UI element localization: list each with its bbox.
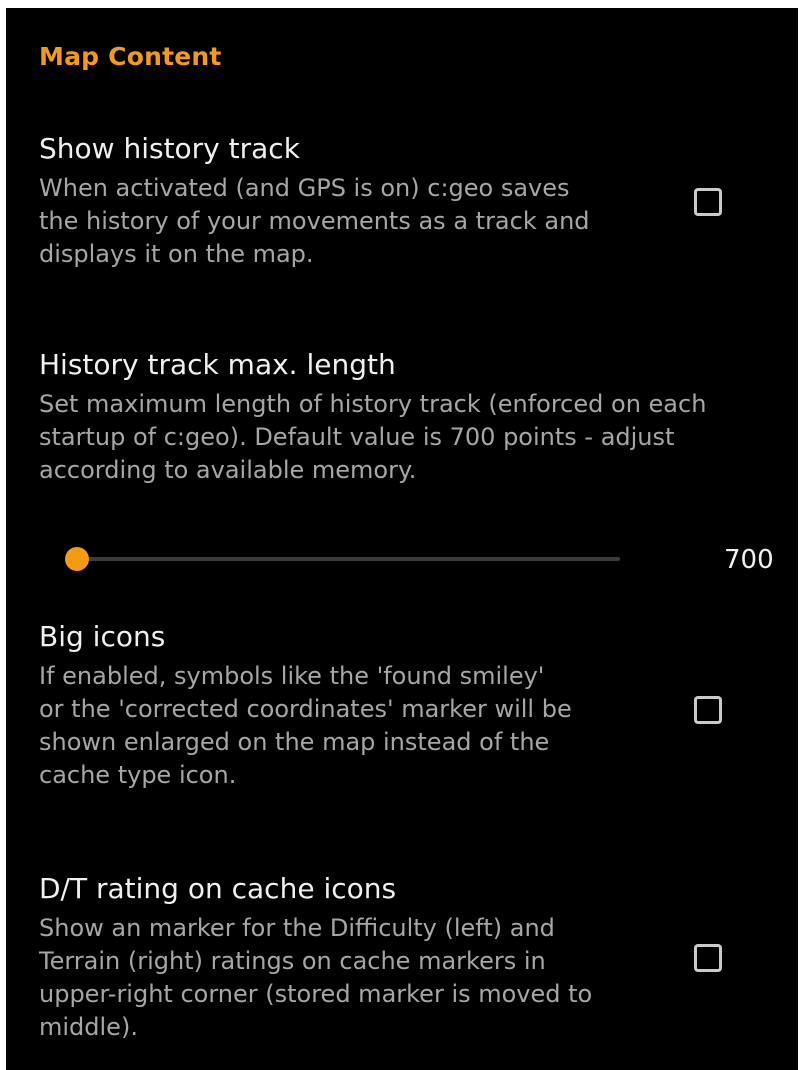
pref-title: D/T rating on cache icons <box>39 872 397 905</box>
dt-rating-checkbox[interactable] <box>694 944 722 972</box>
big-icons-checkbox[interactable] <box>694 696 722 724</box>
history-length-value: 700 <box>724 545 774 575</box>
pref-summary: When activated (and GPS is on) c:geo sav… <box>39 174 590 268</box>
history-length-slider-track[interactable] <box>76 557 620 561</box>
pref-title: History track max. length <box>39 348 396 381</box>
pref-summary: If enabled, symbols like the 'found smil… <box>39 662 572 789</box>
pref-summary: Show an marker for the Difficulty (left)… <box>39 914 593 1041</box>
pref-title: Show history track <box>39 132 300 165</box>
pref-big-icons[interactable]: Big icons If enabled, symbols like the '… <box>39 620 572 792</box>
pref-dt-rating[interactable]: D/T rating on cache icons Show an marker… <box>39 872 592 1044</box>
pref-show-history-track[interactable]: Show history track When activated (and G… <box>39 132 590 271</box>
history-length-slider-thumb[interactable] <box>65 547 89 571</box>
settings-screen: Map Content Show history track When acti… <box>6 8 798 1070</box>
pref-title: Big icons <box>39 620 166 653</box>
pref-history-track-max-length[interactable]: History track max. length Set maximum le… <box>39 348 706 487</box>
show-history-track-checkbox[interactable] <box>694 188 722 216</box>
pref-summary: Set maximum length of history track (enf… <box>39 390 707 484</box>
category-header: Map Content <box>39 42 222 71</box>
